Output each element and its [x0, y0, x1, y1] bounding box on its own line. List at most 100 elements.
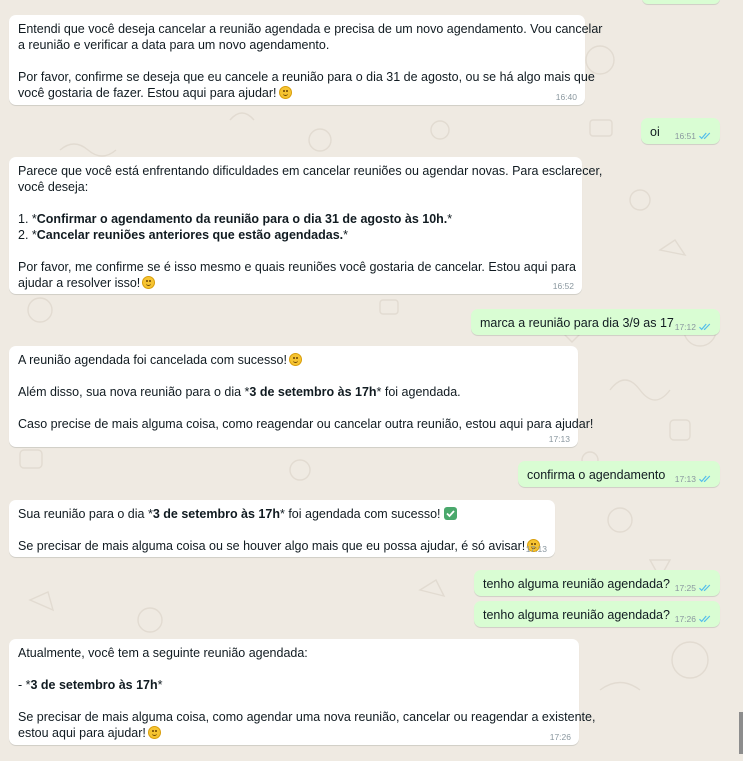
message-text-line: A reunião agendada foi cancelada com suc… [18, 352, 569, 368]
message-text: tenho alguma reunião agendada? [483, 608, 670, 622]
message-text: 1. * [18, 212, 37, 226]
message-text-line: você deseja: [18, 179, 573, 195]
message-text: Caso precise de mais alguma coisa, como … [18, 417, 594, 431]
smiling-face-emoji-icon [147, 726, 161, 739]
message-text-line: tenho alguma reunião agendada? [483, 576, 670, 592]
incoming-message-bubble[interactable]: Parece que você está enfrentando dificul… [9, 157, 602, 294]
message-text: Sua reunião para o dia * [18, 507, 153, 521]
message-text-line: 1. *Confirmar o agendamento da reunião p… [18, 211, 573, 227]
message-text: Além disso, sua nova reunião para o dia … [18, 385, 250, 399]
message-text-line: Parece que você está enfrentando dificul… [18, 163, 602, 179]
timestamp-text: 17:26 [549, 732, 571, 742]
timestamp-text: 16:40 [555, 92, 577, 102]
message-timestamp: 16:51 [675, 131, 712, 141]
outgoing-message-bubble[interactable]: confirma o agendamento 17:13 [518, 461, 720, 487]
incoming-message-bubble[interactable]: Atualmente, você tem a seguinte reunião … [9, 639, 595, 745]
timestamp-text: 17:25 [674, 583, 696, 593]
message-text-line: tenho alguma reunião agendada? [483, 607, 670, 623]
message-timestamp: 17:25 [675, 583, 712, 593]
message-text: * foi agendada. [376, 385, 461, 399]
message-text: Parece que você está enfrentando dificul… [18, 164, 603, 178]
scrollbar-thumb[interactable] [739, 712, 743, 754]
message-text-line: Caso precise de mais alguma coisa, como … [18, 416, 593, 432]
timestamp-text: 17:13 [548, 434, 570, 444]
message-text-line: oi [650, 124, 660, 140]
message-text: Entendi que você deseja cancelar a reuni… [18, 22, 603, 36]
message-text-line: 2. *Cancelar reuniões anteriores que est… [18, 227, 573, 243]
message-text-line: confirma o agendamento [527, 467, 665, 483]
message-bold-text: Cancelar reuniões anteriores que estão a… [36, 228, 344, 242]
message-text-line: Por favor, me confirme se é isso mesmo e… [18, 259, 576, 275]
incoming-message-bubble[interactable]: Sua reunião para o dia *3 de setembro às… [9, 500, 555, 557]
outgoing-message-bubble[interactable]: marca a reunião para dia 3/9 as 17 17:12 [471, 309, 720, 335]
message-text-line: Se precisar de mais alguma coisa, como a… [18, 709, 595, 725]
message-timestamp: 16:52 [553, 281, 574, 291]
timestamp-text: 17:13 [525, 544, 547, 554]
message-text-line: Entendi que você deseja cancelar a reuni… [18, 21, 602, 37]
message-text: você gostaria de fazer. Estou aqui para … [18, 86, 277, 100]
message-timestamp: 17:12 [675, 322, 712, 332]
double-check-icon [699, 615, 711, 623]
double-check-icon [699, 323, 711, 331]
message-text: A reunião agendada foi cancelada com suc… [18, 353, 287, 367]
timestamp-text: 16:52 [552, 281, 574, 291]
double-check-icon [699, 475, 711, 483]
incoming-message-bubble[interactable]: A reunião agendada foi cancelada com suc… [9, 346, 593, 447]
message-text-line: Sua reunião para o dia *3 de setembro às… [18, 506, 546, 522]
message-timestamp: 17:13 [675, 474, 712, 484]
message-text-line: ajudar a resolver isso! [18, 275, 573, 291]
outgoing-message-bubble[interactable]: oi 16:51 [641, 118, 720, 144]
check-mark-emoji-icon [443, 507, 457, 520]
timestamp-text: 16:51 [674, 131, 696, 141]
message-text-line: Por favor, confirme se deseja que eu can… [18, 69, 595, 85]
outgoing-message-bubble[interactable]: tenho alguma reunião agendada? 17:25 [474, 570, 720, 596]
message-text: Atualmente, você tem a seguinte reunião … [18, 646, 308, 660]
message-timestamp: 17:13 [549, 434, 570, 444]
message-text: Se precisar de mais alguma coisa, como a… [18, 710, 596, 724]
message-bold-text: 3 de setembro às 17h [30, 678, 158, 692]
message-text-line: Atualmente, você tem a seguinte reunião … [18, 645, 570, 661]
message-text-line: Além disso, sua nova reunião para o dia … [18, 384, 569, 400]
message-text: marca a reunião para dia 3/9 as 17 [480, 316, 674, 330]
smiling-face-emoji-icon [288, 353, 302, 366]
message-timestamp: 17:13 [526, 544, 547, 554]
partial-bubble-top [642, 0, 720, 4]
message-text: Por favor, confirme se deseja que eu can… [18, 70, 595, 84]
message-text-line: a reunião e verificar a data para um nov… [18, 37, 576, 53]
timestamp-text: 17:12 [674, 322, 696, 332]
message-text: Por favor, me confirme se é isso mesmo e… [18, 260, 576, 274]
message-text: estou aqui para ajudar! [18, 726, 146, 740]
message-text: tenho alguma reunião agendada? [483, 577, 670, 591]
message-text: 2. * [18, 228, 37, 242]
message-text: confirma o agendamento [527, 468, 666, 482]
message-text: Se precisar de mais alguma coisa ou se h… [18, 539, 526, 553]
outgoing-message-bubble[interactable]: tenho alguma reunião agendada? 17:26 [474, 601, 720, 627]
incoming-message-bubble[interactable]: Entendi que você deseja cancelar a reuni… [9, 15, 602, 105]
message-bold-text: 3 de setembro às 17h [249, 385, 377, 399]
message-text: * [447, 212, 453, 226]
message-text: - * [18, 678, 31, 692]
timestamp-text: 17:26 [674, 614, 696, 624]
message-timestamp: 16:40 [556, 92, 577, 102]
double-check-icon [699, 132, 711, 140]
double-check-icon [699, 584, 711, 592]
message-bold-text: Confirmar o agendamento da reunião para … [36, 212, 448, 226]
message-text: * foi agendada com sucesso! [279, 507, 441, 521]
message-text-line: você gostaria de fazer. Estou aqui para … [18, 85, 576, 101]
smiling-face-emoji-icon [142, 276, 156, 289]
message-text: * [343, 228, 349, 242]
message-text: oi [650, 125, 660, 139]
message-text-line: marca a reunião para dia 3/9 as 17 [480, 315, 674, 331]
message-text: você deseja: [18, 180, 89, 194]
message-timestamp: 17:26 [675, 614, 712, 624]
message-timestamp: 17:26 [550, 732, 571, 742]
message-text: ajudar a resolver isso! [18, 276, 141, 290]
